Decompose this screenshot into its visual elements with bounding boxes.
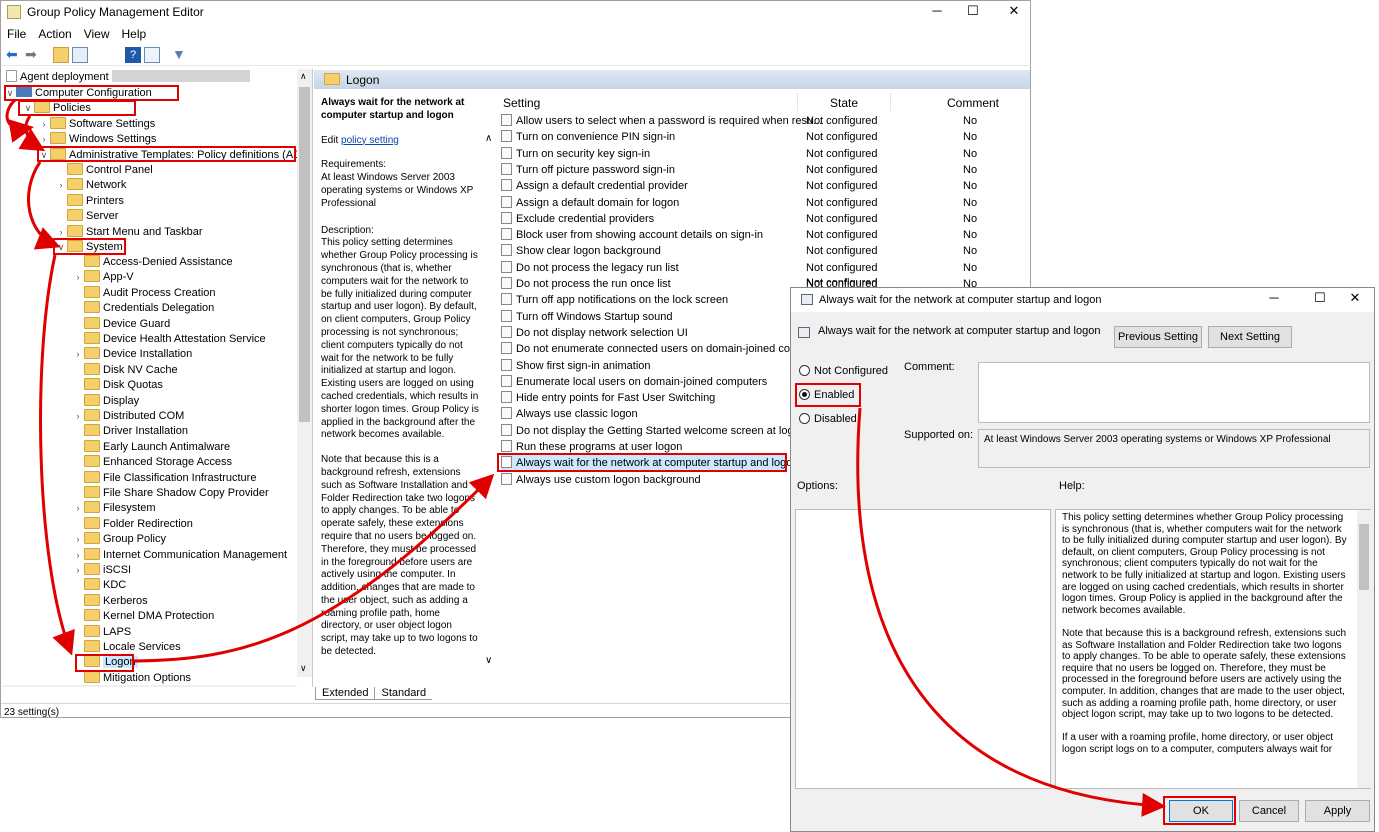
arrow-logon-to-setting	[133, 473, 495, 663]
arrow-enabled-to-ok	[856, 407, 1166, 817]
arrow-admin-to-system	[26, 161, 61, 250]
arrow-system-to-logon	[39, 254, 75, 656]
annotation-arrows	[5, 98, 1166, 817]
arrow-policies-to-admin	[18, 115, 46, 152]
